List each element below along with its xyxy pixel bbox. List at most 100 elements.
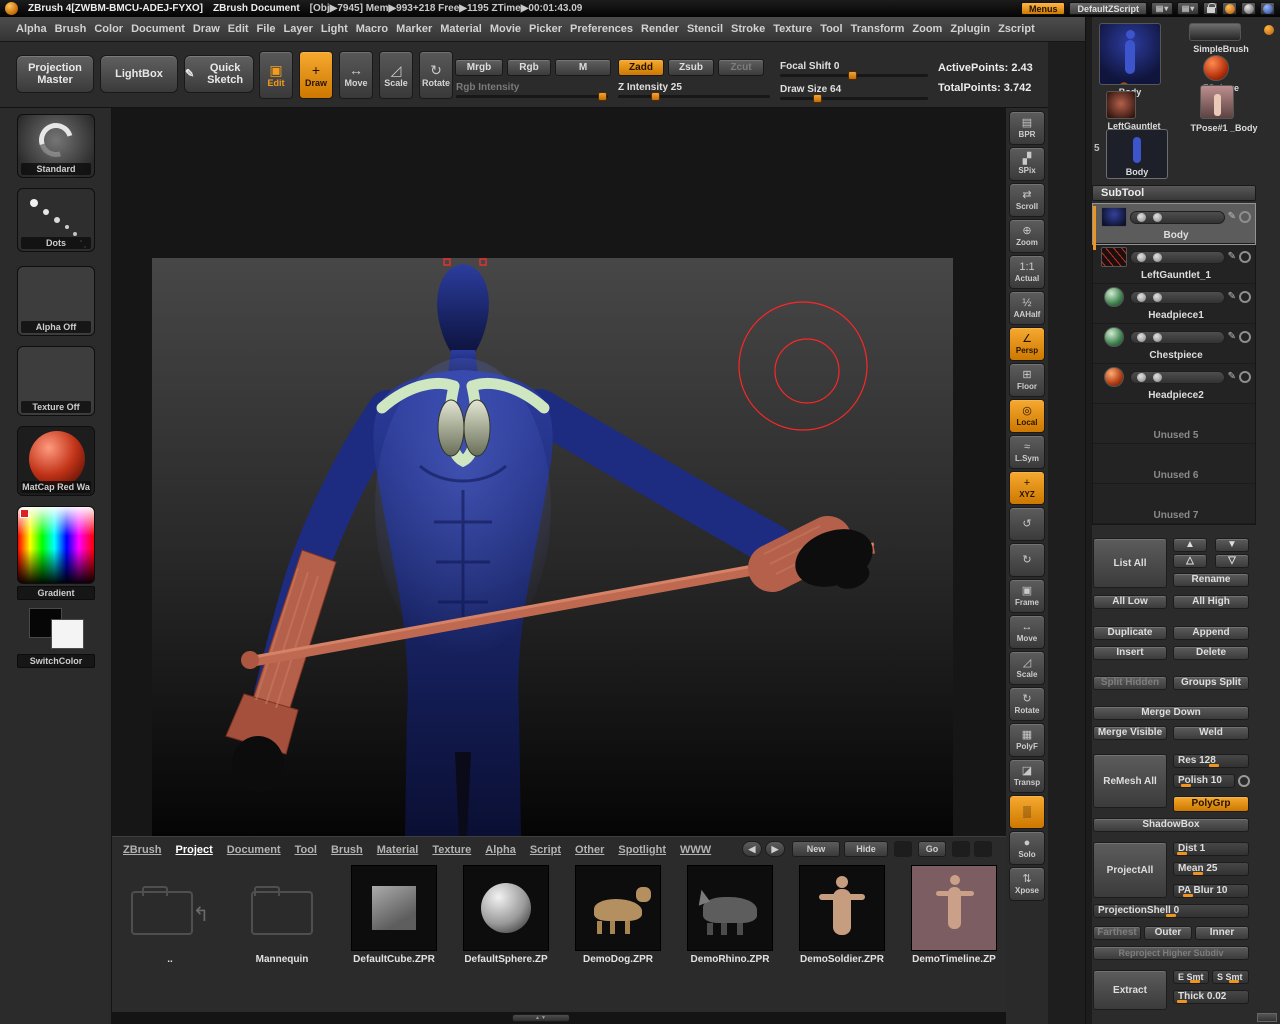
menu-item[interactable]: Color	[90, 21, 127, 37]
paint-icon[interactable]	[1153, 213, 1162, 222]
rename-button[interactable]: Rename	[1173, 573, 1249, 587]
menu-item[interactable]: Macro	[352, 21, 392, 37]
menu-item[interactable]: Material	[436, 21, 486, 37]
brush-thumbnail[interactable]: Standard	[17, 114, 95, 178]
menu-item[interactable]: Stencil	[683, 21, 727, 37]
e-smt-toggle[interactable]: E Smt	[1173, 970, 1209, 984]
edit-button[interactable]: ▣ Edit	[259, 51, 293, 99]
subtool-headpiece1[interactable]: ✎ Headpiece1	[1093, 284, 1255, 324]
extract-button[interactable]: Extract	[1093, 970, 1167, 1010]
material-thumbnail[interactable]: MatCap Red Wa	[17, 426, 95, 496]
lightbox-util-icon-1[interactable]	[894, 841, 912, 857]
zadd-button[interactable]: Zadd	[618, 59, 664, 76]
simplebrush-thumbnail[interactable]	[1189, 23, 1241, 41]
document-canvas[interactable]	[152, 258, 953, 836]
eye-icon[interactable]	[1137, 253, 1146, 262]
menu-item[interactable]: Zoom	[908, 21, 946, 37]
menu-item[interactable]: Transform	[847, 21, 909, 37]
lightbox-hide-button[interactable]: Hide	[844, 841, 888, 857]
paint-icon[interactable]	[1153, 333, 1162, 342]
scale-3d-button[interactable]: ◿ Scale	[1009, 651, 1045, 685]
menu-item[interactable]: Draw	[189, 21, 224, 37]
lightbox-item-defaultsphere[interactable]: DefaultSphere.ZP	[456, 865, 556, 965]
lightbox-util-icon-2[interactable]	[952, 841, 970, 857]
res-slider[interactable]: Res 128	[1173, 754, 1249, 768]
lightbox-util-icon-3[interactable]	[974, 841, 992, 857]
eye-icon[interactable]	[1137, 293, 1146, 302]
z-intensity-knob[interactable]	[651, 92, 660, 101]
frame-button[interactable]: ▣ Frame	[1009, 579, 1045, 613]
blue-sphere-button[interactable]	[1260, 2, 1275, 15]
move-3d-button[interactable]: ↔ Move	[1009, 615, 1045, 649]
floor-button[interactable]: ⊞ Floor	[1009, 363, 1045, 397]
zcut-button[interactable]: Zcut	[718, 59, 764, 76]
menu-item[interactable]: Render	[637, 21, 683, 37]
lightbox-new-button[interactable]: New	[792, 841, 840, 857]
local-button[interactable]: ◎ Local	[1009, 399, 1045, 433]
remesh-all-button[interactable]: ReMesh All	[1093, 754, 1167, 808]
color-picker[interactable]: Gradient	[17, 506, 95, 600]
paint-icon[interactable]	[1153, 253, 1162, 262]
polypaint-icon[interactable]: ✎	[1228, 212, 1236, 222]
pa-blur-slider[interactable]: PA Blur 10	[1173, 884, 1249, 898]
switch-color-button[interactable]: SwitchColor	[17, 654, 95, 668]
menu-item[interactable]: Alpha	[12, 21, 51, 37]
lightbox-item-demorhino[interactable]: DemoRhino.ZPR	[680, 865, 780, 965]
tab-script[interactable]: Script	[523, 844, 568, 856]
tab-alpha[interactable]: Alpha	[478, 844, 523, 856]
rgb-intensity-slider[interactable]	[456, 95, 608, 98]
projectionshell-slider[interactable]: ProjectionShell 0	[1093, 904, 1249, 918]
primary-color-swatch[interactable]	[51, 619, 84, 649]
subtool-headpiece2[interactable]: ✎ Headpiece2	[1093, 364, 1255, 404]
lightbox-item-parent-folder[interactable]: ..	[120, 865, 220, 965]
merge-down-button[interactable]: Merge Down	[1093, 706, 1249, 720]
focal-shift-knob[interactable]	[848, 71, 857, 80]
menu-item[interactable]: Texture	[769, 21, 816, 37]
subtool-scrollbar[interactable]	[1093, 206, 1096, 250]
orange-sphere-button[interactable]	[1222, 2, 1237, 15]
pivot-ccw-button[interactable]: ↺	[1009, 507, 1045, 541]
menu-item[interactable]: Edit	[224, 21, 253, 37]
menu-item[interactable]: Brush	[51, 21, 91, 37]
solo-button[interactable]: ● Solo	[1009, 831, 1045, 865]
pivot-cw-button[interactable]: ↻	[1009, 543, 1045, 577]
xpose-button[interactable]: ⇅ Xpose	[1009, 867, 1045, 901]
polygrp-button[interactable]: PolyGrp	[1173, 796, 1249, 812]
menu-item[interactable]: Tool	[816, 21, 846, 37]
move-button[interactable]: ↔ Move	[339, 51, 373, 99]
alpha-selector[interactable]: Alpha Off	[17, 266, 95, 336]
lightbox-item-defaultcube[interactable]: DefaultCube.ZPR	[344, 865, 444, 965]
xyz-button[interactable]: + XYZ	[1009, 471, 1045, 505]
persp-button[interactable]: ∠ Persp	[1009, 327, 1045, 361]
gray-sphere-button[interactable]	[1241, 2, 1256, 15]
leftgauntlet-thumbnail[interactable]	[1106, 91, 1136, 119]
lock-button[interactable]	[1203, 2, 1218, 15]
subtool-thumbnail[interactable]	[1104, 367, 1124, 387]
subtool-ring-icon[interactable]	[1239, 251, 1251, 263]
subtool-unused7[interactable]: ✎ Unused 7	[1093, 484, 1255, 524]
subtool-to-top-button[interactable]: △	[1173, 554, 1207, 568]
subtool-section-header[interactable]: SubTool	[1092, 185, 1256, 201]
projectall-button[interactable]: ProjectAll	[1093, 842, 1167, 898]
tpose-thumbnail[interactable]	[1200, 85, 1234, 119]
polypaint-icon[interactable]: ✎	[1228, 372, 1236, 382]
subtool-to-bottom-button[interactable]: ▽	[1215, 554, 1249, 568]
subtool-chestpiece[interactable]: ✎ Chestpiece	[1093, 324, 1255, 364]
menu-item[interactable]: Zplugin	[946, 21, 994, 37]
subtool-thumbnail[interactable]	[1104, 327, 1124, 347]
scale-button[interactable]: ◿ Scale	[379, 51, 413, 99]
lightbox-item-demodog[interactable]: DemoDog.ZPR	[568, 865, 668, 965]
menus-button[interactable]: Menus	[1021, 2, 1066, 15]
brush-selector[interactable]: Standard	[17, 114, 95, 178]
polypaint-icon[interactable]: ✎	[1228, 292, 1236, 302]
draw-size-slider[interactable]	[780, 97, 928, 100]
subtool-leftgauntlet[interactable]: ✎ LeftGauntlet_1	[1093, 244, 1255, 284]
polish-slider[interactable]: Polish 10	[1173, 774, 1235, 788]
polypaint-icon[interactable]: ✎	[1228, 332, 1236, 342]
resize-grip[interactable]	[1257, 1013, 1277, 1022]
tab-material[interactable]: Material	[370, 844, 426, 856]
tab-brush[interactable]: Brush	[324, 844, 370, 856]
draw-size-knob[interactable]	[813, 94, 822, 103]
zoom-button[interactable]: ⊕ Zoom	[1009, 219, 1045, 253]
texture-selector[interactable]: Texture Off	[17, 346, 95, 416]
